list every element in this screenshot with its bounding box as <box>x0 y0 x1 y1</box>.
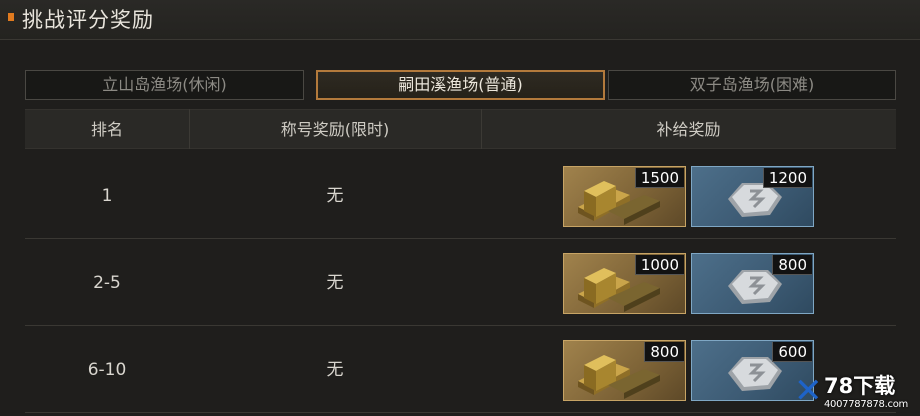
title-reward-cell: 无 <box>326 360 344 380</box>
rank-cell: 6-10 <box>87 360 127 380</box>
silver-amount-badge: 800 <box>772 255 812 275</box>
silver-reward[interactable]: 1200 <box>691 166 814 227</box>
rank-cell: 1 <box>101 186 113 206</box>
tab-lishan[interactable]: 立山岛渔场(休闲) <box>25 70 304 100</box>
silver-reward[interactable]: 800 <box>691 253 814 314</box>
table-row: 6-10 无 800 600 <box>25 327 896 413</box>
watermark-logo-icon: ✕ <box>794 371 823 411</box>
silver-amount-badge: 1200 <box>762 168 812 188</box>
header-rank: 排名 <box>90 120 123 139</box>
tab-sitianxi[interactable]: 嗣田溪渔场(普通) <box>316 70 605 100</box>
page-title: 挑战评分奖励 <box>22 8 154 32</box>
silver-amount-badge: 600 <box>772 342 812 362</box>
table-row: 1 无 1500 1200 <box>25 153 896 239</box>
rank-cell: 2-5 <box>93 273 121 293</box>
title-reward-cell: 无 <box>326 186 344 206</box>
tab-shuangzi[interactable]: 双子岛渔场(困难) <box>608 70 896 100</box>
gold-reward[interactable]: 1000 <box>563 253 686 314</box>
gold-amount-badge: 800 <box>644 342 684 362</box>
table-row: 2-5 无 1000 800 <box>25 240 896 326</box>
watermark-url: 4007787878.com <box>824 399 908 410</box>
title-marker <box>8 13 14 21</box>
site-watermark: ✕ 78下载 4007787878.com <box>794 372 916 414</box>
header-supply-reward: 补给奖励 <box>656 120 721 139</box>
tab-bar: 立山岛渔场(休闲) 嗣田溪渔场(普通) 双子岛渔场(困难) <box>25 70 896 100</box>
column-divider <box>481 109 482 149</box>
title-bar: 挑战评分奖励 <box>0 0 920 40</box>
gold-amount-badge: 1000 <box>634 255 684 275</box>
gold-reward[interactable]: 1500 <box>563 166 686 227</box>
title-reward-cell: 无 <box>326 273 344 293</box>
gold-reward[interactable]: 800 <box>563 340 686 401</box>
table-header: 排名 称号奖励(限时) 补给奖励 <box>25 109 896 149</box>
header-title-reward: 称号奖励(限时) <box>280 120 390 139</box>
column-divider <box>189 109 190 149</box>
watermark-name: 78下载 <box>824 374 896 398</box>
gold-amount-badge: 1500 <box>634 168 684 188</box>
